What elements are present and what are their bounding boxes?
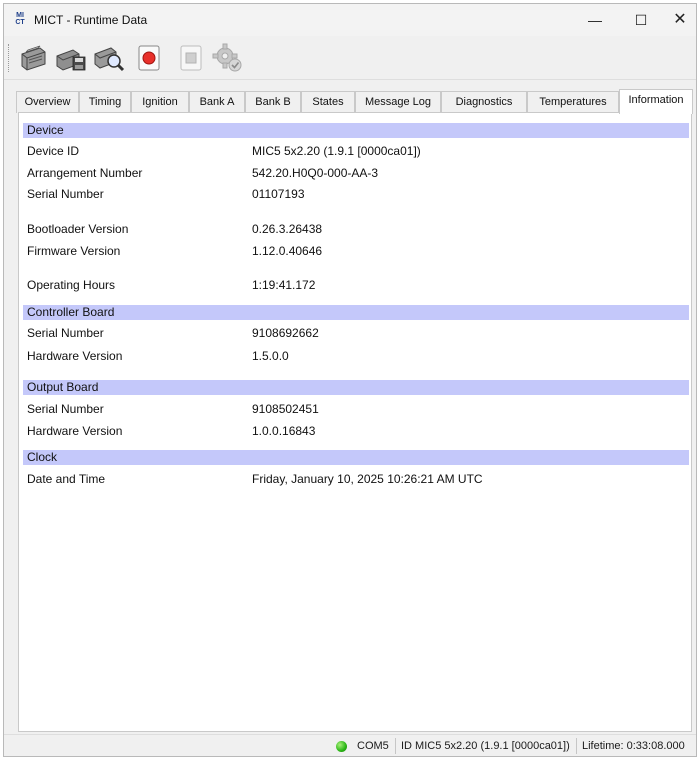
arrangement-number-value: 542.20.H0Q0-000-AA-3 bbox=[252, 166, 379, 180]
firmware-version-value: 1.12.0.40646 bbox=[252, 244, 323, 258]
status-lifetime: Lifetime: 0:33:08.000 bbox=[582, 740, 685, 752]
printer-icon bbox=[21, 45, 46, 71]
controller-serial-number-label: Serial Number bbox=[27, 326, 104, 340]
connection-status-icon bbox=[336, 741, 347, 752]
tab-message-log[interactable]: Message Log bbox=[355, 91, 441, 113]
main-window: MI CT MICT - Runtime Data — ☐ ✕ Overview… bbox=[3, 3, 697, 757]
date-and-time-label: Date and Time bbox=[27, 472, 106, 486]
section-header-clock: Clock bbox=[23, 450, 689, 465]
controller-hardware-version-label: Hardware Version bbox=[27, 349, 123, 363]
toolbar-grip[interactable] bbox=[8, 44, 11, 72]
information-panel: Device Device ID MIC5 5x2.20 (1.9.1 [000… bbox=[18, 112, 692, 732]
controller-serial-number-value: 9108692662 bbox=[252, 326, 319, 340]
tab-bank-b[interactable]: Bank B bbox=[245, 91, 301, 113]
app-icon: MI CT bbox=[15, 12, 25, 26]
stop-icon bbox=[180, 45, 202, 71]
status-separator bbox=[576, 738, 577, 754]
tab-strip: Overview Timing Ignition Bank A Bank B S… bbox=[16, 89, 693, 114]
output-hardware-version-label: Hardware Version bbox=[27, 424, 123, 438]
operating-hours-value: 1:19:41.172 bbox=[252, 278, 316, 292]
section-header-device: Device bbox=[23, 123, 689, 138]
print-preview-icon bbox=[94, 47, 125, 72]
output-hardware-version-value: 1.0.0.16843 bbox=[252, 424, 316, 438]
section-header-output-board: Output Board bbox=[23, 380, 689, 395]
device-id-label: Device ID bbox=[27, 144, 80, 158]
tab-information[interactable]: Information bbox=[619, 89, 693, 114]
settings-gear-icon bbox=[212, 43, 242, 72]
output-serial-number-value: 9108502451 bbox=[252, 402, 319, 416]
bootloader-version-label: Bootloader Version bbox=[27, 222, 129, 236]
tab-overview[interactable]: Overview bbox=[16, 91, 79, 113]
minimize-button[interactable]: — bbox=[572, 4, 618, 36]
status-device-id: ID MIC5 5x2.20 (1.9.1 [0000ca01]) bbox=[401, 740, 570, 752]
settings-button[interactable] bbox=[211, 42, 245, 74]
output-serial-number-label: Serial Number bbox=[27, 402, 104, 416]
date-and-time-value: Friday, January 10, 2025 10:26:21 AM UTC bbox=[252, 472, 483, 486]
device-serial-number-label: Serial Number bbox=[27, 187, 104, 201]
arrangement-number-label: Arrangement Number bbox=[27, 166, 143, 180]
window-title: MICT - Runtime Data bbox=[34, 13, 148, 27]
device-id-value: MIC5 5x2.20 (1.9.1 [0000ca01]) bbox=[252, 144, 421, 158]
status-separator bbox=[395, 738, 396, 754]
title-bar[interactable]: MI CT MICT - Runtime Data — ☐ ✕ bbox=[4, 4, 696, 36]
print-button[interactable] bbox=[16, 42, 50, 74]
toolbar bbox=[4, 36, 696, 80]
record-button[interactable] bbox=[132, 42, 166, 74]
tab-bank-a[interactable]: Bank A bbox=[189, 91, 245, 113]
save-disk-icon bbox=[56, 49, 86, 71]
section-header-controller-board: Controller Board bbox=[23, 305, 689, 320]
tab-diagnostics[interactable]: Diagnostics bbox=[441, 91, 527, 113]
stop-button[interactable] bbox=[174, 42, 208, 74]
tab-ignition[interactable]: Ignition bbox=[131, 91, 189, 113]
firmware-version-label: Firmware Version bbox=[27, 244, 121, 258]
device-serial-number-value: 01107193 bbox=[252, 187, 305, 201]
close-button[interactable]: ✕ bbox=[664, 4, 696, 36]
tab-temperatures[interactable]: Temperatures bbox=[527, 91, 619, 113]
record-icon bbox=[138, 45, 160, 71]
tab-states[interactable]: States bbox=[301, 91, 355, 113]
tab-timing[interactable]: Timing bbox=[79, 91, 131, 113]
save-button[interactable] bbox=[54, 42, 88, 74]
status-bar: COM5 ID MIC5 5x2.20 (1.9.1 [0000ca01]) L… bbox=[4, 734, 696, 756]
controller-hardware-version-value: 1.5.0.0 bbox=[252, 349, 289, 363]
bootloader-version-value: 0.26.3.26438 bbox=[252, 222, 323, 236]
print-preview-button[interactable] bbox=[92, 42, 126, 74]
maximize-button[interactable]: ☐ bbox=[618, 4, 664, 36]
status-port: COM5 bbox=[357, 740, 389, 752]
operating-hours-label: Operating Hours bbox=[27, 278, 116, 292]
